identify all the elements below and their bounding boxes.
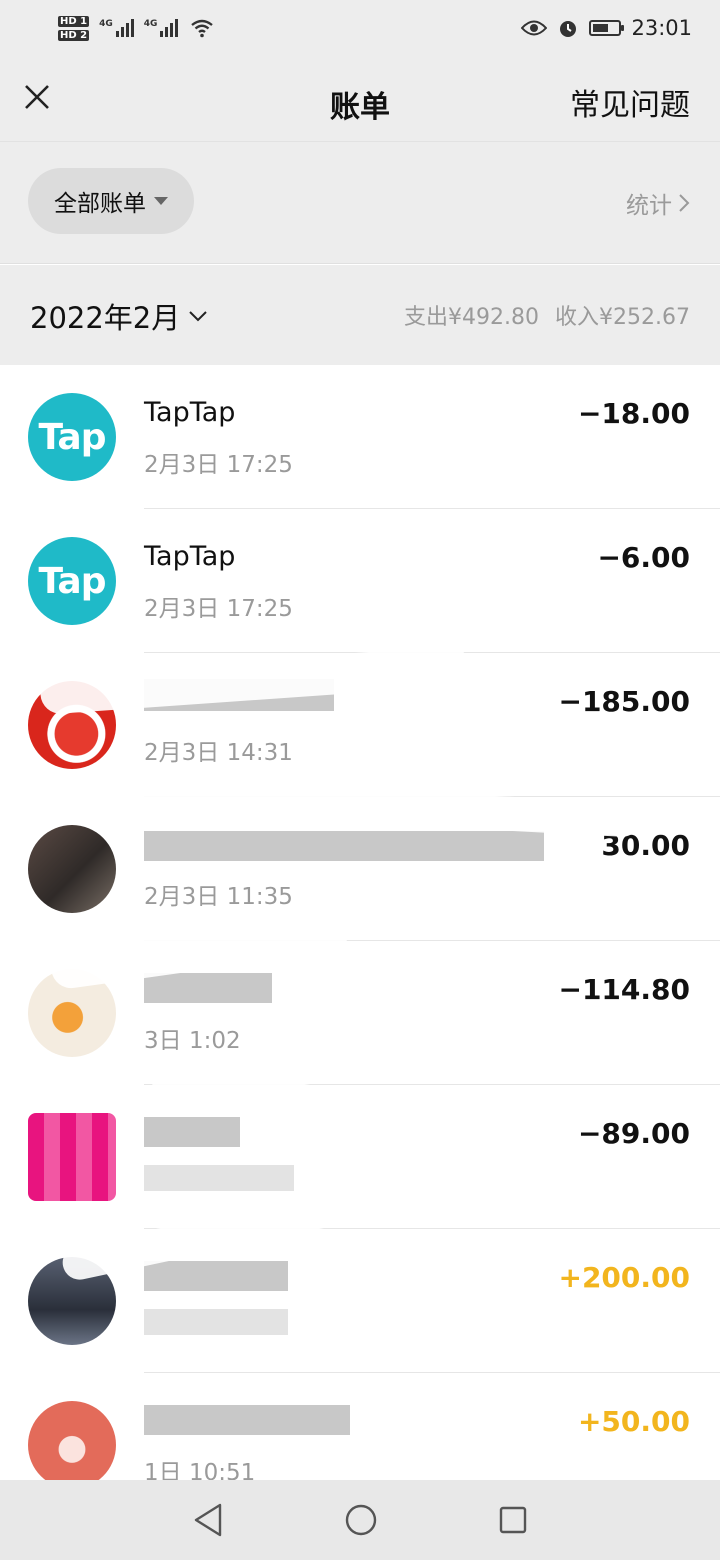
chevron-down-icon (189, 311, 207, 322)
status-time: 23:01 (631, 16, 692, 40)
status-bar: HD 1 HD 2 4G 4G 23:01 (0, 0, 720, 56)
month-bar: 2022年2月 支出¥492.80 收入¥252.67 (0, 265, 720, 365)
status-right: 23:01 (521, 16, 692, 40)
transaction-time: 2月3日 14:31 (144, 740, 293, 766)
transaction-amount: −114.80 (558, 973, 690, 1006)
redacted-name (144, 973, 272, 1003)
transaction-amount: +200.00 (558, 1261, 690, 1294)
month-summary: 支出¥492.80 收入¥252.67 (404, 299, 690, 331)
nav-bar: 账单 常见问题 (0, 56, 720, 142)
redacted-name (144, 831, 544, 861)
system-nav-bar (0, 1480, 720, 1560)
stats-link[interactable]: 统计 (626, 186, 690, 220)
hd1-badge: HD 1 (58, 15, 90, 27)
battery-icon (589, 20, 625, 36)
transaction-amount: −6.00 (597, 541, 690, 574)
filter-bar: 全部账单 统计 (0, 142, 720, 264)
recents-square-icon[interactable] (498, 1505, 528, 1535)
hd2-badge: HD 2 (58, 29, 90, 41)
taptap-logo-icon: Tap (28, 537, 116, 625)
signal-icon-2: 4G (144, 19, 179, 37)
transaction-time: 2月3日 11:35 (144, 884, 293, 910)
transaction-row[interactable]: Tap TapTap 2月3日 17:25 −18.00 (0, 365, 720, 509)
back-triangle-icon[interactable] (192, 1502, 224, 1538)
eye-icon (521, 20, 548, 36)
signal-group: HD 1 HD 2 4G 4G (58, 15, 214, 41)
merchant-avatar (28, 825, 116, 913)
redacted-name (144, 1405, 350, 1435)
home-circle-icon[interactable] (344, 1503, 378, 1537)
transaction-name: TapTap (144, 397, 236, 428)
transaction-name: TapTap (144, 541, 236, 572)
taptap-logo-icon: Tap (28, 393, 116, 481)
month-label: 2022年2月 (30, 301, 181, 335)
redacted-time (144, 1309, 288, 1335)
expense-summary: 支出¥492.80 (404, 305, 540, 330)
merchant-avatar (28, 1401, 116, 1489)
month-selector[interactable]: 2022年2月 (30, 295, 208, 337)
stats-label: 统计 (626, 193, 672, 219)
income-summary: 收入¥252.67 (555, 305, 690, 330)
all-bills-filter-button[interactable]: 全部账单 (28, 168, 194, 234)
transaction-time: 2月3日 17:25 (144, 596, 293, 622)
transaction-amount: −185.00 (558, 685, 690, 718)
all-bills-label: 全部账单 (54, 191, 146, 217)
redacted-name (144, 1117, 240, 1147)
redacted-name (144, 1261, 288, 1291)
redacted-time (144, 1165, 294, 1191)
transaction-amount: −18.00 (577, 397, 690, 430)
hd-indicators: HD 1 HD 2 (58, 15, 90, 41)
chevron-right-icon (679, 194, 690, 212)
transaction-amount: +50.00 (577, 1405, 690, 1438)
signal-icon-1: 4G (99, 19, 134, 37)
wifi-icon (191, 19, 214, 38)
faq-button[interactable]: 常见问题 (570, 80, 690, 124)
transaction-time: 3日 1:02 (144, 1028, 241, 1054)
transaction-amount: −89.00 (577, 1117, 690, 1150)
caret-down-icon (154, 197, 168, 205)
transaction-list: Tap TapTap 2月3日 17:25 −18.00 Tap TapTap … (0, 365, 720, 1517)
transaction-time: 2月3日 17:25 (144, 452, 293, 478)
merchant-avatar (28, 1113, 116, 1201)
alarm-icon (560, 21, 577, 37)
transaction-row[interactable]: Tap TapTap 2月3日 17:25 −6.00 (0, 509, 720, 653)
